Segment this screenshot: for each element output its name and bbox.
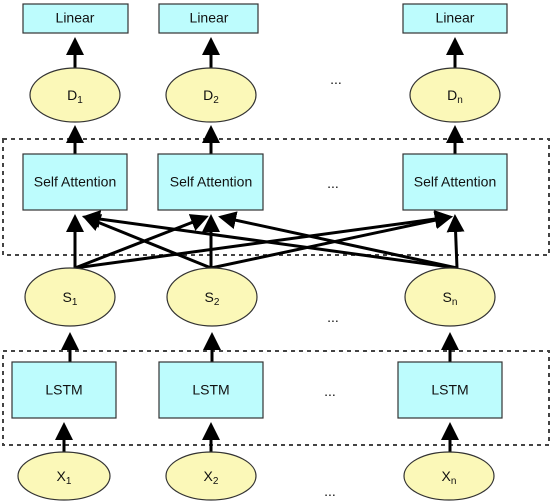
self-attention-label: Self Attention: [414, 174, 497, 190]
self-attention-label: Self Attention: [34, 174, 117, 190]
lstm-box-n: LSTM: [397, 361, 503, 419]
linear-label: Linear: [56, 10, 95, 26]
lstm-label: LSTM: [192, 382, 229, 398]
linear-box-1: Linear: [22, 3, 129, 34]
x-node-2: X2: [165, 451, 257, 501]
linear-label: Linear: [190, 10, 229, 26]
s-node-n: Sn: [404, 267, 496, 327]
s-node-1: S1: [24, 267, 116, 327]
self-attention-box-1: Self Attention: [22, 153, 128, 211]
lstm-box-2: LSTM: [158, 361, 264, 419]
ellipsis-d: ...: [330, 71, 342, 87]
self-attention-label: Self Attention: [170, 174, 253, 190]
linear-box-2: Linear: [158, 3, 259, 34]
ellipsis-attention: ...: [327, 175, 339, 191]
self-attention-box-2: Self Attention: [157, 153, 264, 211]
self-attention-box-n: Self Attention: [402, 153, 508, 211]
d-node-1: D1: [29, 67, 121, 123]
ellipsis-s: ...: [327, 309, 339, 325]
x-node-1: X1: [17, 451, 111, 501]
lstm-label: LSTM: [45, 382, 82, 398]
linear-label: Linear: [436, 10, 475, 26]
ellipsis-lstm: ...: [324, 383, 336, 399]
lstm-label: LSTM: [431, 382, 468, 398]
arrow-s-to-attention: [210, 211, 453, 270]
lstm-self-attention-diagram: Linear Linear Linear D1 D2 Dn ... Self A…: [2, 3, 550, 501]
arrow-s-to-attention: [446, 214, 465, 269]
s-node-2: S2: [166, 267, 258, 327]
x-node-n: Xn: [403, 451, 495, 501]
ellipsis-x: ...: [324, 483, 336, 499]
d-node-n: Dn: [409, 67, 501, 123]
d-node-2: D2: [165, 67, 257, 123]
linear-box-n: Linear: [402, 3, 508, 34]
lstm-box-1: LSTM: [11, 361, 117, 419]
